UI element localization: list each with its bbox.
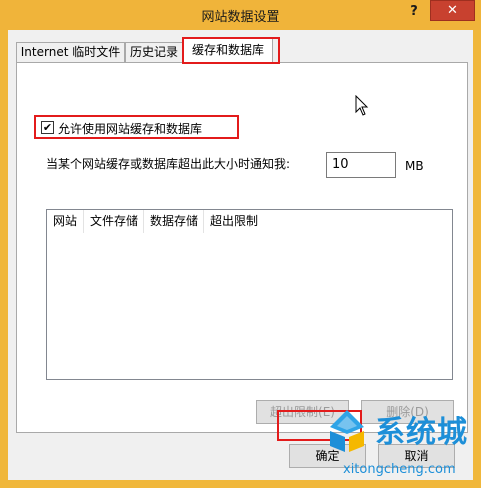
allow-cache-checkbox[interactable]: ✔ xyxy=(41,121,54,134)
close-button[interactable]: ✕ xyxy=(430,0,475,21)
limit-unit: MB xyxy=(405,159,424,173)
watermark-url: xitongcheng.com xyxy=(343,462,456,477)
mouse-cursor-icon xyxy=(355,95,369,116)
settings-dialog: 网站数据设置 ? ✕ Internet 临时文件 历史记录 缓存和数据库 ✔ 允… xyxy=(0,0,481,488)
site-data-list[interactable]: 网站 文件存储 数据存储 超出限制 xyxy=(46,209,453,380)
column-header-file-storage[interactable]: 文件存储 xyxy=(84,210,144,233)
watermark: 系统城 xitongcheng.com xyxy=(321,404,481,488)
watermark-title: 系统城 xyxy=(375,415,468,450)
help-button[interactable]: ? xyxy=(404,1,424,23)
column-header-site[interactable]: 网站 xyxy=(47,210,84,233)
tab-cache-and-databases[interactable]: 缓存和数据库 xyxy=(183,38,273,63)
list-header: 网站 文件存储 数据存储 超出限制 xyxy=(47,210,266,233)
allow-cache-label: 允许使用网站缓存和数据库 xyxy=(58,122,203,136)
column-header-exceed-limit[interactable]: 超出限制 xyxy=(204,210,266,233)
tab-panel-cache: ✔ 允许使用网站缓存和数据库 当某个网站缓存或数据库超出此大小时通知我: 10 … xyxy=(16,62,468,433)
limit-size-input[interactable]: 10 xyxy=(326,152,396,178)
allow-cache-option[interactable]: ✔ 允许使用网站缓存和数据库 xyxy=(34,115,239,139)
column-header-data-storage[interactable]: 数据存储 xyxy=(144,210,204,233)
limit-label: 当某个网站缓存或数据库超出此大小时通知我: xyxy=(46,157,291,171)
tab-history[interactable]: 历史记录 xyxy=(125,42,183,62)
watermark-logo-icon xyxy=(330,410,364,452)
title-bar[interactable]: 网站数据设置 ? ✕ xyxy=(0,0,481,30)
tab-temp-files[interactable]: Internet 临时文件 xyxy=(16,42,125,62)
